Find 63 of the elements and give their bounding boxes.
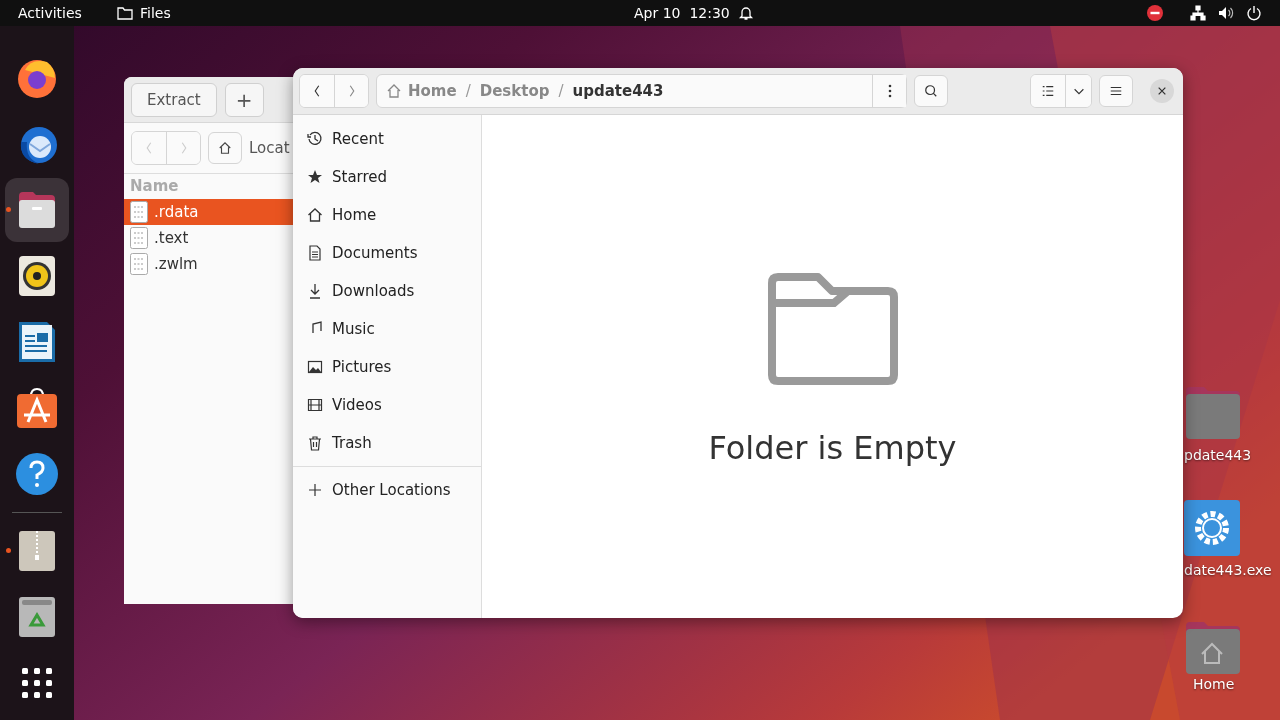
app-grid-icon[interactable] — [21, 667, 53, 699]
home-folder-icon[interactable] — [1184, 620, 1240, 676]
app-menu[interactable]: Files — [140, 0, 171, 26]
empty-folder-message: Folder is Empty — [708, 429, 957, 467]
extract-button[interactable]: Extract — [131, 82, 217, 117]
plus-icon — [307, 482, 323, 498]
do-not-disturb-icon[interactable] — [1147, 5, 1163, 21]
network-icon[interactable] — [1190, 5, 1206, 21]
file-row[interactable]: .rdata — [124, 199, 293, 225]
video-icon — [307, 397, 323, 413]
close-icon — [1157, 86, 1167, 96]
sidebar-item[interactable]: Recent — [293, 120, 481, 158]
path-separator: / — [465, 82, 471, 100]
star-icon — [307, 169, 323, 185]
list-icon — [1041, 84, 1055, 98]
gear-icon[interactable] — [1184, 500, 1240, 556]
desktop-icon-label[interactable]: date443.exe — [1184, 562, 1272, 578]
search-button[interactable] — [914, 75, 948, 107]
doc-icon — [307, 245, 323, 261]
home-icon — [218, 141, 232, 155]
home-icon — [386, 83, 402, 99]
bell-icon[interactable] — [738, 5, 754, 21]
add-button[interactable]: + — [224, 82, 264, 117]
menu-icon — [1109, 84, 1123, 98]
close-button[interactable] — [1150, 79, 1174, 103]
sidebar-item[interactable]: Trash — [293, 424, 481, 462]
picture-icon — [307, 359, 323, 375]
home-button[interactable] — [208, 132, 242, 164]
desktop-icon-label[interactable]: pdate443 — [1184, 447, 1252, 463]
binary-file-icon — [130, 201, 148, 223]
sidebar-item[interactable]: Pictures — [293, 348, 481, 386]
view-options-button[interactable] — [1065, 75, 1091, 107]
recent-icon — [307, 131, 323, 147]
binary-file-icon — [130, 253, 148, 275]
activities-button[interactable]: Activities — [18, 0, 82, 26]
download-icon — [307, 283, 323, 299]
menu-button[interactable] — [1099, 75, 1133, 107]
location-label: Locat — [249, 139, 290, 157]
empty-folder-icon — [767, 273, 898, 387]
file-row[interactable]: .zwlm — [124, 251, 293, 277]
trash-icon — [307, 435, 323, 451]
desktop-icon-label[interactable]: Home — [1193, 676, 1235, 692]
path-crumb[interactable]: update443 — [572, 82, 664, 100]
clock[interactable]: Apr 10 12:30 — [634, 0, 730, 26]
binary-file-icon — [130, 227, 148, 249]
search-icon — [924, 84, 938, 98]
power-icon[interactable] — [1246, 5, 1262, 21]
help-icon[interactable] — [15, 452, 59, 496]
sidebar-item[interactable]: Downloads — [293, 272, 481, 310]
dots-icon — [887, 84, 892, 98]
file-row[interactable]: .text — [124, 225, 293, 251]
volume-icon[interactable] — [1218, 5, 1234, 21]
sidebar-item[interactable]: Starred — [293, 158, 481, 196]
sidebar-item[interactable]: Videos — [293, 386, 481, 424]
sidebar-item[interactable]: Music — [293, 310, 481, 348]
sidebar-item[interactable]: Other Locations — [293, 471, 481, 509]
sidebar-item[interactable]: Home — [293, 196, 481, 234]
folder-icon — [117, 6, 133, 20]
home-icon — [307, 207, 323, 223]
path-separator: / — [558, 82, 564, 100]
shopping-bag-icon[interactable] — [15, 386, 59, 430]
sidebar-item[interactable]: Documents — [293, 234, 481, 272]
dock-item[interactable] — [5, 178, 69, 242]
